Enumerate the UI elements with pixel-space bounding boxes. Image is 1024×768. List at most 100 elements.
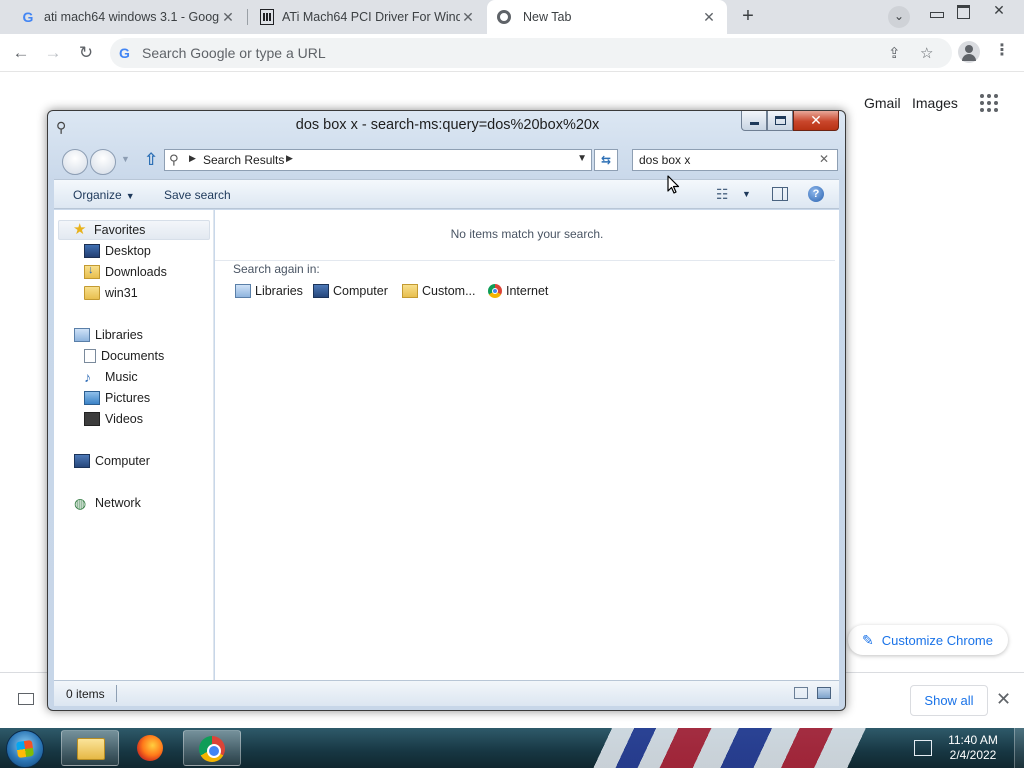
start-button[interactable] (6, 730, 44, 768)
location-label: Libraries (255, 284, 303, 298)
breadcrumb-arrow-icon[interactable]: ▶ (189, 153, 196, 164)
videos-film-icon (84, 412, 100, 426)
nav-item-pictures[interactable]: Pictures (84, 388, 150, 408)
libraries-icon (235, 284, 251, 298)
large-icons-view-icon[interactable] (817, 687, 831, 699)
omnibox[interactable]: G Search Google or type a URL ⇪ ☆ (110, 38, 952, 68)
taskbar: 11:40 AM 2/4/2022 (0, 728, 1024, 768)
back-button[interactable] (62, 149, 88, 175)
computer-icon (313, 284, 329, 298)
tab-title: ATi Mach64 PCI Driver For Windo (282, 10, 460, 24)
help-icon[interactable]: ? (808, 186, 824, 202)
profile-avatar-icon[interactable] (958, 41, 980, 63)
music-note-icon: ♪ (84, 369, 91, 385)
clear-search-icon[interactable]: ✕ (819, 152, 829, 166)
download-file-icon[interactable] (18, 693, 34, 705)
tab-ati-driver[interactable]: ATi Mach64 PCI Driver For Windo ✕ (250, 0, 486, 34)
share-icon[interactable]: ⇪ (888, 44, 901, 62)
search-again-libraries[interactable]: Libraries (235, 284, 303, 298)
search-again-custom[interactable]: Custom... (402, 284, 476, 298)
search-again-computer[interactable]: Computer (313, 284, 388, 298)
nav-item-music[interactable]: ♪ Music (84, 367, 138, 387)
divider (215, 260, 835, 261)
details-view-icon[interactable] (794, 687, 808, 699)
tab-close-icon[interactable]: ✕ (220, 9, 236, 26)
nav-item-computer[interactable]: Computer (74, 451, 150, 471)
network-tray-icon[interactable] (914, 740, 932, 756)
chrome-favicon-icon (497, 10, 511, 24)
nav-item-favorites[interactable]: ★ Favorites (58, 220, 210, 240)
tab-close-icon[interactable]: ✕ (701, 9, 717, 26)
browser-toolbar: ← → ↻ G Search Google or type a URL ⇪ ☆ … (0, 34, 1024, 72)
images-link[interactable]: Images (912, 95, 958, 111)
taskbar-chrome-button[interactable] (183, 730, 241, 766)
recent-pages-chevron-icon[interactable]: ▼ (121, 154, 130, 164)
view-options-chevron-icon[interactable]: ▼ (742, 189, 751, 199)
minimize-button[interactable] (741, 111, 767, 131)
nav-label: Videos (105, 412, 143, 426)
google-g-icon: G (22, 9, 34, 25)
close-downloads-icon[interactable]: ✕ (996, 689, 1011, 710)
show-desktop-button[interactable] (1014, 728, 1024, 768)
change-view-icon[interactable]: ☷ (716, 186, 729, 203)
new-tab-icon[interactable]: + (736, 5, 760, 29)
search-icon: ⚲ (169, 152, 179, 167)
taskbar-firefox-button[interactable] (122, 730, 180, 766)
close-button[interactable]: ✕ (793, 111, 839, 131)
search-input[interactable]: dos box x ✕ (632, 149, 838, 171)
location-label: Computer (333, 284, 388, 298)
organize-button[interactable]: Organize ▼ (73, 188, 135, 202)
gmail-link[interactable]: Gmail (864, 95, 901, 111)
nav-item-documents[interactable]: Documents (84, 346, 164, 366)
network-globe-icon: ◍ (74, 495, 87, 511)
results-pane: No items match your search. Search again… (215, 210, 839, 686)
nav-label: win31 (105, 286, 138, 300)
reload-icon[interactable]: ↻ (74, 42, 98, 64)
google-apps-grid-icon[interactable] (980, 94, 1000, 112)
back-arrow-icon[interactable]: ← (9, 42, 33, 64)
wallpaper-peek (590, 728, 900, 768)
refresh-icon[interactable]: ⇆ (594, 149, 618, 171)
tab-google-search[interactable]: G ati mach64 windows 3.1 - Google ✕ (10, 0, 246, 34)
tab-new-tab[interactable]: New Tab ✕ (487, 0, 727, 34)
save-search-button[interactable]: Save search (164, 188, 231, 202)
nav-item-downloads[interactable]: Downloads (84, 262, 167, 282)
command-bar: Organize ▼ Save search ☷ ▼ ? (54, 179, 839, 209)
maximize-button[interactable] (767, 111, 793, 131)
forward-arrow-icon[interactable]: → (41, 42, 65, 64)
address-bar[interactable]: ⚲ ▶ Search Results ▶ ▼ (164, 149, 592, 171)
customize-label: Customize Chrome (881, 633, 993, 648)
folder-icon (84, 286, 100, 300)
nav-label: Desktop (105, 244, 151, 258)
customize-chrome-button[interactable]: ✎ Customize Chrome (848, 625, 1008, 655)
preview-pane-icon[interactable] (772, 187, 788, 201)
breadcrumb-arrow-icon[interactable]: ▶ (286, 153, 293, 164)
search-again-internet[interactable]: Internet (488, 284, 548, 298)
pencil-icon: ✎ (862, 632, 874, 648)
nav-item-win31[interactable]: win31 (84, 283, 138, 303)
breadcrumb-search-results[interactable]: Search Results (203, 153, 284, 167)
status-separator (116, 685, 117, 702)
status-bar: 0 items (54, 680, 839, 706)
nav-item-desktop[interactable]: Desktop (84, 241, 151, 261)
tab-search-chevron-icon[interactable]: ⌄ (888, 6, 910, 28)
menu-kebab-icon[interactable]: ⋮ (994, 42, 1010, 64)
nav-item-libraries[interactable]: Libraries (74, 325, 143, 345)
explorer-window: ⚲ dos box x - search-ms:query=dos%20box%… (47, 110, 846, 711)
tab-title: New Tab (523, 10, 572, 24)
tab-close-icon[interactable]: ✕ (460, 9, 476, 26)
tray-clock[interactable]: 11:40 AM 2/4/2022 (940, 733, 1006, 763)
taskbar-explorer-button[interactable] (61, 730, 119, 766)
tab-separator (247, 9, 248, 25)
show-all-button[interactable]: Show all (910, 685, 988, 716)
bookmark-star-icon[interactable]: ☆ (920, 44, 933, 62)
address-dropdown-icon[interactable]: ▼ (577, 153, 587, 164)
forward-button[interactable] (90, 149, 116, 175)
window-close-icon[interactable]: ✕ (984, 0, 1014, 22)
nav-item-videos[interactable]: Videos (84, 409, 143, 429)
nav-item-network[interactable]: ◍ Network (74, 493, 141, 513)
up-arrow-icon[interactable]: ⇧ (144, 150, 158, 170)
nav-label: Libraries (95, 328, 143, 342)
pictures-icon (84, 391, 100, 405)
window-restore-icon[interactable] (948, 0, 978, 22)
